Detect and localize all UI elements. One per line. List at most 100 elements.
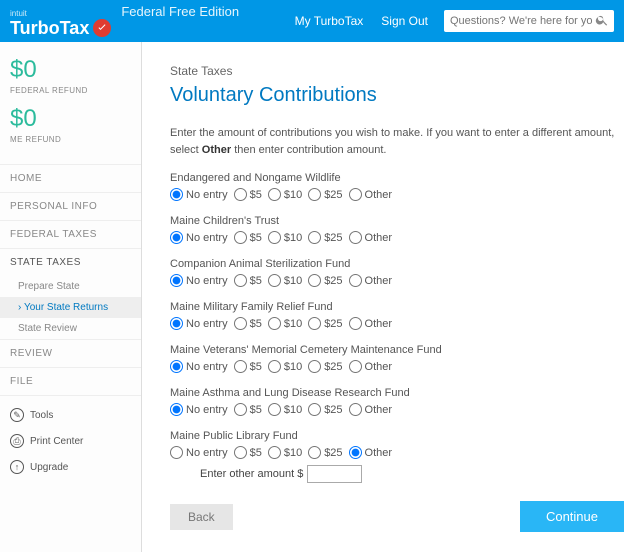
radio-option[interactable]: $25 <box>308 274 342 287</box>
radio-input[interactable] <box>234 403 247 416</box>
radio-input[interactable] <box>308 446 321 459</box>
radio-input[interactable] <box>349 360 362 373</box>
radio-input[interactable] <box>349 188 362 201</box>
radio-option[interactable]: Other <box>349 446 393 459</box>
fund-label: Endangered and Nongame Wildlife <box>170 172 624 184</box>
subnav-prepare-state[interactable]: Prepare State <box>0 276 141 297</box>
radio-option[interactable]: Other <box>349 317 393 330</box>
radio-input[interactable] <box>234 446 247 459</box>
radio-option[interactable]: No entry <box>170 446 228 459</box>
radio-input[interactable] <box>349 446 362 459</box>
radio-option[interactable]: No entry <box>170 403 228 416</box>
radio-input[interactable] <box>234 231 247 244</box>
radio-option[interactable]: No entry <box>170 317 228 330</box>
nav-personal-info[interactable]: PERSONAL INFO <box>0 193 141 220</box>
radio-option[interactable]: $25 <box>308 360 342 373</box>
radio-input[interactable] <box>170 188 183 201</box>
radio-option[interactable]: $10 <box>268 274 302 287</box>
radio-option[interactable]: Other <box>349 360 393 373</box>
radio-input[interactable] <box>234 360 247 373</box>
radio-input[interactable] <box>268 317 281 330</box>
nav-home[interactable]: HOME <box>0 165 141 192</box>
nav-file[interactable]: FILE <box>0 368 141 395</box>
radio-option[interactable]: Other <box>349 403 393 416</box>
radio-option[interactable]: $10 <box>268 231 302 244</box>
radio-input[interactable] <box>268 231 281 244</box>
radio-input[interactable] <box>308 360 321 373</box>
radio-label: $10 <box>284 318 302 330</box>
search-icon[interactable] <box>595 13 609 30</box>
tool-print-label: Print Center <box>30 436 83 447</box>
radio-input[interactable] <box>349 317 362 330</box>
radio-option[interactable]: $5 <box>234 188 262 201</box>
radio-option[interactable]: $10 <box>268 360 302 373</box>
radio-option[interactable]: $5 <box>234 446 262 459</box>
other-amount-input[interactable] <box>307 465 362 483</box>
radio-input[interactable] <box>170 274 183 287</box>
radio-option[interactable]: $10 <box>268 317 302 330</box>
radio-input[interactable] <box>308 231 321 244</box>
radio-option[interactable]: $5 <box>234 317 262 330</box>
radio-input[interactable] <box>234 317 247 330</box>
radio-input[interactable] <box>349 231 362 244</box>
radio-option[interactable]: No entry <box>170 188 228 201</box>
radio-option[interactable]: Other <box>349 188 393 201</box>
continue-button[interactable]: Continue <box>520 501 624 532</box>
radio-input[interactable] <box>268 403 281 416</box>
fund-label: Maine Public Library Fund <box>170 430 624 442</box>
radio-input[interactable] <box>268 446 281 459</box>
radio-label: No entry <box>186 275 228 287</box>
radio-label: $5 <box>250 447 262 459</box>
radio-input[interactable] <box>349 403 362 416</box>
brand-intuit: intuit <box>10 10 111 18</box>
radio-input[interactable] <box>170 446 183 459</box>
radio-label: $25 <box>324 318 342 330</box>
radio-input[interactable] <box>170 231 183 244</box>
radio-option[interactable]: $25 <box>308 403 342 416</box>
radio-option[interactable]: $10 <box>268 446 302 459</box>
link-signout[interactable]: Sign Out <box>381 14 428 28</box>
radio-option[interactable]: No entry <box>170 360 228 373</box>
nav-review[interactable]: REVIEW <box>0 340 141 367</box>
radio-option[interactable]: $10 <box>268 403 302 416</box>
radio-input[interactable] <box>308 403 321 416</box>
radio-label: No entry <box>186 404 228 416</box>
radio-option[interactable]: $25 <box>308 317 342 330</box>
radio-input[interactable] <box>170 360 183 373</box>
radio-option[interactable]: $25 <box>308 231 342 244</box>
radio-option[interactable]: $5 <box>234 403 262 416</box>
radio-input[interactable] <box>268 360 281 373</box>
search-input[interactable] <box>444 10 614 32</box>
radio-option[interactable]: $25 <box>308 446 342 459</box>
radio-option[interactable]: Other <box>349 274 393 287</box>
radio-input[interactable] <box>308 274 321 287</box>
radio-input[interactable] <box>170 317 183 330</box>
radio-option[interactable]: $5 <box>234 360 262 373</box>
tool-print-center[interactable]: ⎙ Print Center <box>0 428 141 454</box>
radio-input[interactable] <box>268 274 281 287</box>
nav-federal-taxes[interactable]: FEDERAL TAXES <box>0 221 141 248</box>
radio-option[interactable]: $5 <box>234 274 262 287</box>
radio-option[interactable]: $10 <box>268 188 302 201</box>
radio-input[interactable] <box>308 188 321 201</box>
tool-tools[interactable]: ✎ Tools <box>0 402 141 428</box>
subnav-your-state-returns[interactable]: Your State Returns <box>0 297 141 318</box>
radio-input[interactable] <box>268 188 281 201</box>
radio-label: No entry <box>186 232 228 244</box>
radio-option[interactable]: $25 <box>308 188 342 201</box>
link-myturbotax[interactable]: My TurboTax <box>295 14 364 28</box>
radio-option[interactable]: No entry <box>170 231 228 244</box>
federal-refund-label: FEDERAL REFUND <box>10 86 131 95</box>
tool-upgrade[interactable]: ↑ Upgrade <box>0 454 141 480</box>
radio-input[interactable] <box>349 274 362 287</box>
subnav-state-review[interactable]: State Review <box>0 318 141 339</box>
radio-option[interactable]: $5 <box>234 231 262 244</box>
radio-input[interactable] <box>170 403 183 416</box>
nav-state-taxes[interactable]: STATE TAXES <box>0 249 141 276</box>
radio-input[interactable] <box>234 274 247 287</box>
radio-option[interactable]: No entry <box>170 274 228 287</box>
radio-input[interactable] <box>234 188 247 201</box>
back-button[interactable]: Back <box>170 504 233 530</box>
radio-option[interactable]: Other <box>349 231 393 244</box>
radio-input[interactable] <box>308 317 321 330</box>
